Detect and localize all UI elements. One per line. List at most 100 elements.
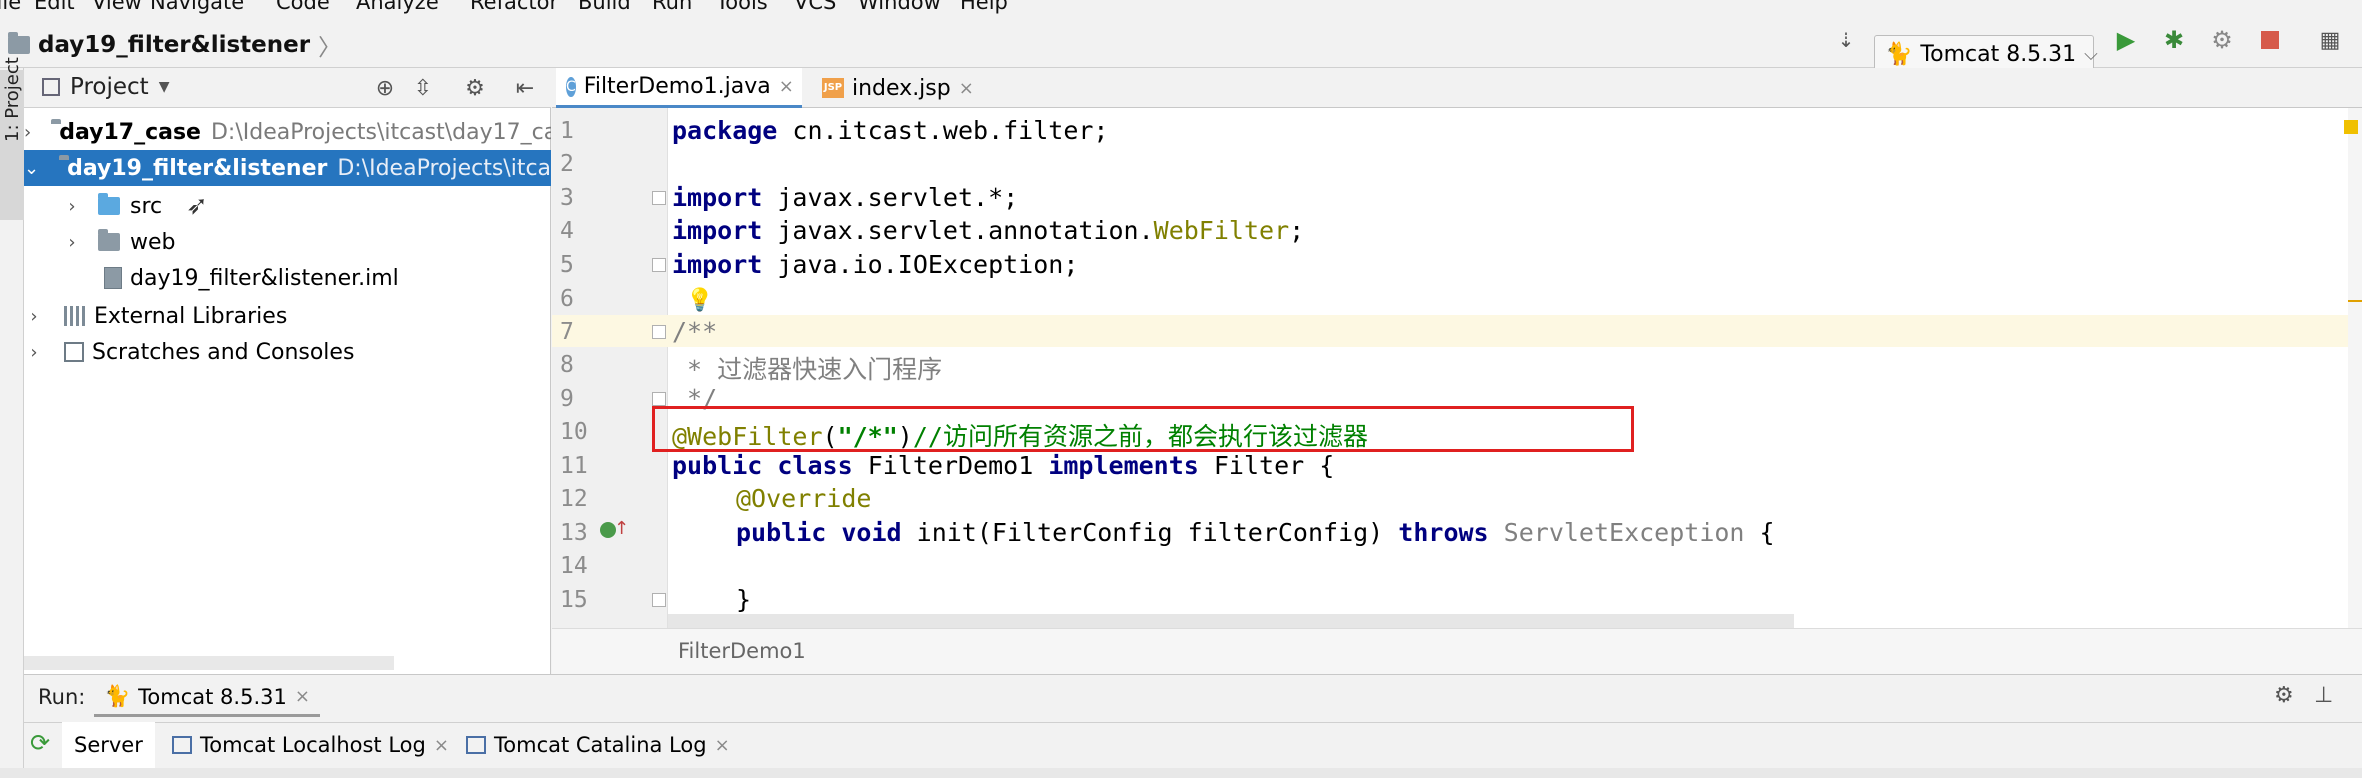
- log-icon: [172, 736, 192, 754]
- menu-window[interactable]: Window: [858, 0, 941, 14]
- chevron-down-icon: ▼: [158, 79, 170, 95]
- tree-item-web[interactable]: › web: [24, 224, 551, 260]
- project-panel-title: Project: [70, 74, 149, 100]
- stop-icon[interactable]: [2256, 26, 2284, 54]
- chevron-right-icon[interactable]: ›: [62, 196, 82, 217]
- run-panel-header: Run: 🐈 Tomcat 8.5.31 × ⚙ ⊥: [24, 674, 2362, 722]
- code-line-8: * 过滤器快速入门程序: [672, 355, 943, 384]
- tree-item-iml-file[interactable]: day19_filter&listener.iml: [24, 260, 551, 296]
- line-number: 15: [560, 587, 588, 613]
- jsp-file-icon: JSP: [822, 78, 844, 98]
- code-line-5: import java.io.IOException;: [672, 250, 1079, 279]
- hide-panel-icon[interactable]: ⊥: [2314, 683, 2333, 708]
- gear-icon[interactable]: ⚙: [2274, 683, 2294, 708]
- debug-icon[interactable]: ✱: [2160, 26, 2188, 54]
- lightbulb-icon[interactable]: 💡: [686, 288, 713, 313]
- menu-help[interactable]: Help: [960, 0, 1008, 14]
- fold-marker-icon[interactable]: [652, 191, 666, 205]
- java-class-icon: C: [566, 76, 576, 97]
- menu-tools[interactable]: Tools: [716, 0, 768, 14]
- project-view-selector[interactable]: Project ▼: [42, 74, 169, 100]
- chevron-down-icon[interactable]: ⌄: [24, 158, 39, 179]
- fold-marker-icon[interactable]: [652, 593, 666, 607]
- tab-tomcat-catalina-log[interactable]: Tomcat Catalina Log ×: [454, 722, 742, 768]
- tree-item-src[interactable]: › src ➶: [24, 188, 551, 224]
- line-number: 2: [560, 151, 574, 177]
- tab-server[interactable]: Server: [62, 722, 155, 768]
- gear-icon[interactable]: ⚙: [462, 76, 488, 102]
- breadcrumb[interactable]: day19_filter&listener 〉: [8, 28, 341, 62]
- chevron-down-icon: ⌵: [2084, 43, 2098, 65]
- breadcrumb-class[interactable]: FilterDemo1: [678, 639, 806, 663]
- line-number: 5: [560, 252, 574, 278]
- chevron-right-icon[interactable]: ›: [24, 342, 44, 363]
- menu-refactor[interactable]: Refactor: [470, 0, 558, 14]
- menu-navigate[interactable]: Navigate: [150, 0, 244, 14]
- tree-item-external-libraries[interactable]: › External Libraries: [24, 298, 551, 334]
- menu-view[interactable]: View: [92, 0, 142, 14]
- editor-horizontal-scrollbar[interactable]: [668, 614, 1794, 628]
- error-stripe-mark[interactable]: [2348, 300, 2362, 302]
- menu-build[interactable]: Build: [578, 0, 631, 14]
- bottom-edge: [0, 768, 2362, 778]
- line-number: 14: [560, 553, 588, 579]
- locate-icon[interactable]: ⊕: [372, 76, 398, 102]
- chevron-right-icon[interactable]: ›: [24, 122, 31, 143]
- fold-marker-icon[interactable]: [652, 258, 666, 272]
- menu-run[interactable]: Run: [652, 0, 692, 14]
- source-folder-icon: [98, 193, 120, 215]
- breadcrumb-project[interactable]: day19_filter&listener: [38, 32, 310, 58]
- close-icon[interactable]: ×: [434, 735, 449, 756]
- line-number: 13: [560, 520, 588, 546]
- code-line-15: }: [736, 585, 752, 614]
- editor-vertical-scrollbar[interactable]: [2348, 108, 2362, 628]
- line-number: 3: [560, 185, 574, 211]
- line-number: 4: [560, 218, 574, 244]
- code-line-12: @Override: [736, 484, 872, 513]
- caret-line-highlight: [552, 315, 2348, 347]
- line-number: 10: [560, 419, 588, 445]
- project-horizontal-scrollbar[interactable]: [24, 656, 394, 670]
- fold-marker-icon[interactable]: [652, 325, 666, 339]
- menu-analyze[interactable]: Analyze: [356, 0, 439, 14]
- line-number: 11: [560, 453, 588, 479]
- collapse-all-icon[interactable]: ⇳: [410, 76, 436, 102]
- tree-item-day19-filter-listener[interactable]: ⌄ day19_filter&listener D:\IdeaProjects\…: [24, 150, 551, 186]
- project-view-icon: [42, 78, 60, 96]
- close-icon[interactable]: ×: [779, 76, 794, 97]
- project-folder-icon: [8, 32, 30, 54]
- editor-breadcrumb-bar: FilterDemo1: [552, 628, 2362, 674]
- coverage-icon[interactable]: ⚙: [2208, 26, 2236, 54]
- chevron-right-icon[interactable]: ›: [24, 306, 44, 327]
- tab-index-jsp[interactable]: JSP index.jsp ×: [812, 68, 984, 108]
- warning-marker-icon[interactable]: [2344, 120, 2358, 134]
- line-number: 8: [560, 352, 574, 378]
- menu-edit[interactable]: Edit: [34, 0, 75, 14]
- mouse-cursor-icon: ➶: [186, 191, 208, 221]
- menu-file[interactable]: File: [0, 0, 21, 14]
- hide-icon[interactable]: ⇤: [512, 76, 538, 102]
- iml-file-icon: [104, 267, 122, 289]
- project-structure-icon[interactable]: ▦: [2316, 26, 2344, 54]
- tree-item-scratches[interactable]: › Scratches and Consoles: [24, 334, 551, 370]
- close-icon[interactable]: ×: [715, 735, 730, 756]
- tool-window-tab-label: 1: Project: [2, 57, 23, 142]
- menu-code[interactable]: Code: [276, 0, 330, 14]
- tab-tomcat-localhost-log[interactable]: Tomcat Localhost Log ×: [160, 722, 461, 768]
- sort-icon[interactable]: ⇣: [1832, 26, 1860, 54]
- tab-filterdemo1-java[interactable]: C FilterDemo1.java ×: [556, 68, 802, 108]
- menu-vcs[interactable]: VCS: [794, 0, 836, 14]
- close-icon[interactable]: ×: [295, 686, 310, 707]
- run-icon[interactable]: ▶: [2112, 26, 2140, 54]
- code-line-3: import javax.servlet.*;: [672, 183, 1019, 212]
- close-icon[interactable]: ×: [959, 78, 974, 99]
- arrow-up-icon: ↑: [614, 518, 630, 539]
- navigation-bar: day19_filter&listener 〉 ⇣ 🐈 Tomcat 8.5.3…: [0, 14, 2362, 73]
- chevron-right-icon[interactable]: ›: [62, 232, 82, 253]
- fold-marker-icon[interactable]: [652, 392, 666, 406]
- rerun-icon[interactable]: ⟳: [30, 729, 50, 757]
- tree-item-day17-case[interactable]: › day17_case D:\IdeaProjects\itcast\day1…: [24, 114, 551, 150]
- tool-window-tab-project[interactable]: 1: Project: [0, 57, 24, 220]
- run-config-tab[interactable]: 🐈 Tomcat 8.5.31 ×: [94, 679, 320, 717]
- code-line-11: public class FilterDemo1 implements Filt…: [672, 451, 1335, 480]
